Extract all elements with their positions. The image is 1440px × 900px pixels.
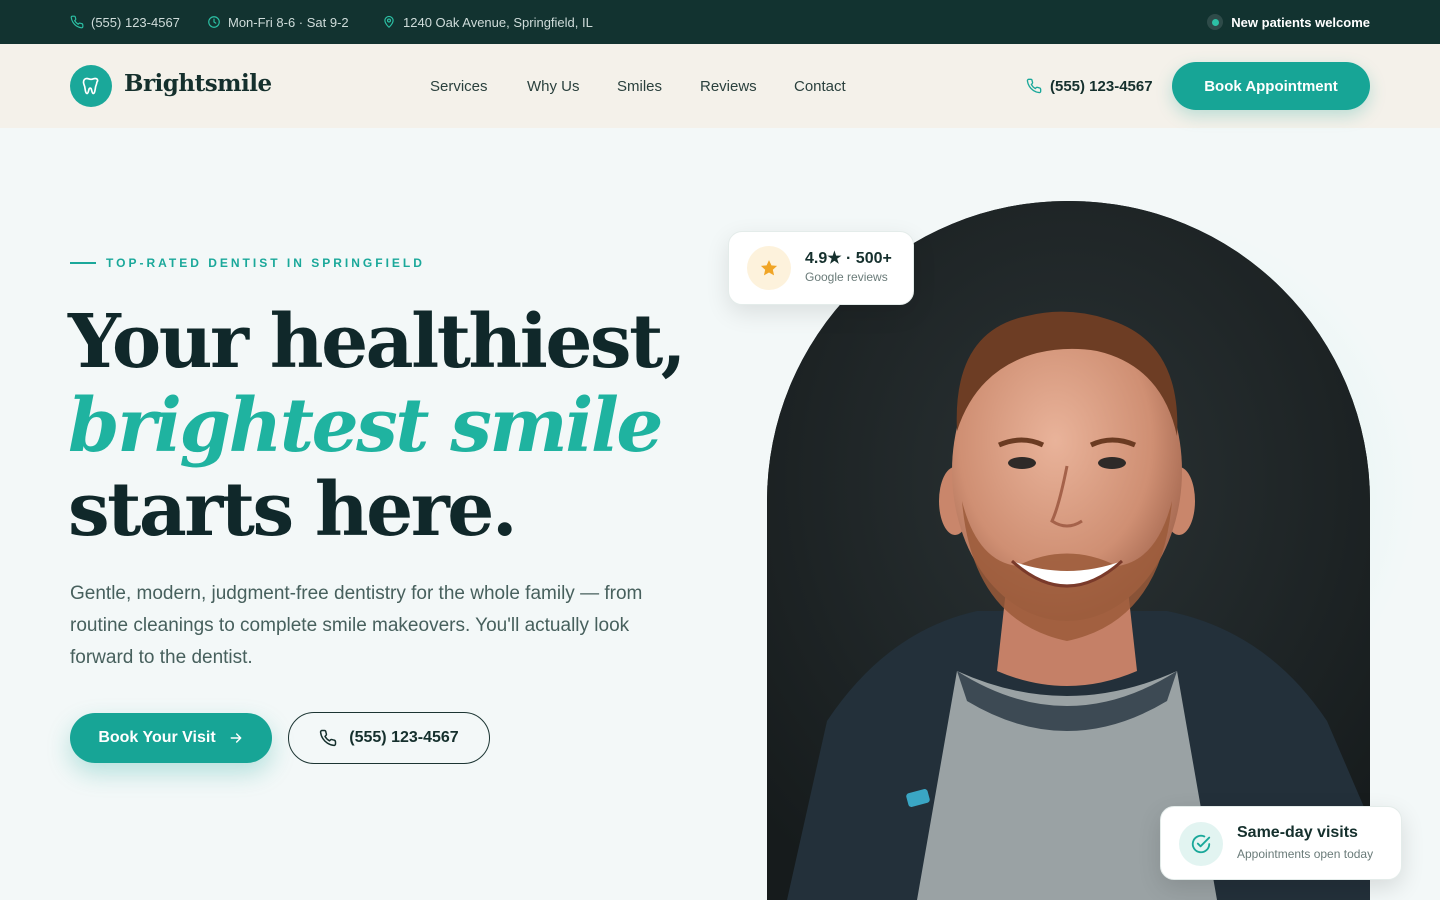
nav-link-why-us[interactable]: Why Us: [527, 44, 580, 128]
new-patients-text: New patients welcome: [1231, 14, 1370, 30]
same-day-title: Same-day visits: [1237, 824, 1358, 841]
location-pin-icon: [384, 15, 394, 28]
top-info-bar: (555) 123-4567 Mon-Fri 8-6 · Sat 9-2 124…: [0, 0, 1440, 44]
rating-source: Google reviews: [805, 270, 888, 284]
book-your-visit-label: Book Your Visit: [98, 729, 216, 746]
eyebrow-text: TOP-RATED DENTIST IN SPRINGFIELD: [106, 256, 425, 270]
check-circle-icon: [1191, 834, 1211, 854]
hero-patient-photo: [767, 201, 1370, 900]
clock-icon: [208, 16, 220, 28]
book-appointment-button[interactable]: Book Appointment: [1172, 62, 1370, 110]
nav-link-smiles[interactable]: Smiles: [617, 44, 662, 128]
nav-link-reviews[interactable]: Reviews: [700, 44, 757, 128]
arrow-right-icon: [230, 733, 242, 743]
headline-line-1: Your healthiest,: [68, 299, 687, 385]
star-badge: [747, 246, 791, 290]
eyebrow-line: [70, 262, 96, 264]
smiling-man-illustration: [767, 201, 1370, 900]
new-patients-badge: New patients welcome: [1207, 0, 1370, 44]
hero-eyebrow: TOP-RATED DENTIST IN SPRINGFIELD: [70, 256, 425, 270]
topbar-hours-text: Mon-Fri 8-6 · Sat 9-2: [228, 14, 349, 30]
status-dot-icon: [1207, 14, 1224, 30]
nav-phone-link[interactable]: (555) 123-4567: [1026, 44, 1153, 128]
same-day-visits-card: Same-day visits Appointments open today: [1160, 806, 1402, 880]
hero-subtext: Gentle, modern, judgment-free dentistry …: [70, 583, 643, 668]
rating-score: 4.9★ · 500+: [805, 250, 892, 267]
logo-text[interactable]: Brightsmile: [124, 70, 272, 97]
phone-icon: [1026, 78, 1042, 94]
phone-icon: [70, 15, 84, 29]
tooth-icon: [82, 77, 99, 95]
nav-link-contact[interactable]: Contact: [794, 44, 846, 128]
star-icon: [760, 260, 778, 276]
rating-card: 4.9★ · 500+ Google reviews: [728, 231, 914, 305]
call-phone-label: (555) 123-4567: [349, 729, 459, 746]
logo-mark[interactable]: [70, 65, 112, 107]
topbar-phone[interactable]: (555) 123-4567: [70, 0, 180, 44]
topbar-phone-text: (555) 123-4567: [91, 14, 180, 30]
phone-icon: [320, 729, 337, 747]
headline-line-2: brightest smile: [68, 383, 664, 469]
book-your-visit-button[interactable]: Book Your Visit: [70, 713, 272, 763]
topbar-hours: Mon-Fri 8-6 · Sat 9-2: [207, 0, 349, 44]
headline-line-3: starts here.: [68, 467, 518, 553]
same-day-subtitle: Appointments open today: [1237, 847, 1374, 861]
check-badge: [1179, 822, 1223, 866]
call-phone-button[interactable]: (555) 123-4567: [288, 712, 490, 764]
nav-link-services[interactable]: Services: [430, 44, 488, 128]
hero-headline: Your healthiest, brightest smile starts …: [68, 299, 687, 553]
main-navigation: Brightsmile Services Why Us Smiles Revie…: [0, 44, 1440, 128]
topbar-address-text: 1240 Oak Avenue, Springfield, IL: [403, 14, 593, 30]
topbar-address: 1240 Oak Avenue, Springfield, IL: [382, 0, 593, 44]
nav-phone-text: (555) 123-4567: [1050, 77, 1153, 95]
